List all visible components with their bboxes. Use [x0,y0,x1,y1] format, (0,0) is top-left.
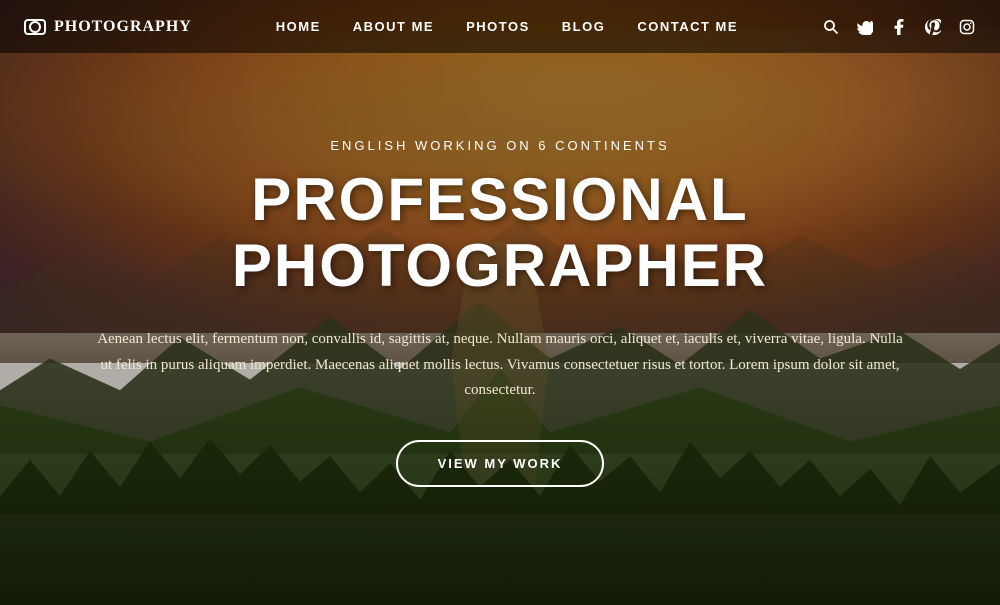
nav-link-about[interactable]: ABOUT ME [353,19,434,34]
hero-title: PROFESSIONAL PHOTOGRAPHER [60,167,940,299]
nav-link-home[interactable]: HOME [276,19,321,34]
search-icon[interactable] [822,18,840,36]
logo-text: PHOTOGRAPHY [54,18,192,36]
hero-content: ENGLISH WORKING ON 6 CONTINENTS PROFESSI… [0,138,1000,487]
view-my-work-button[interactable]: VIEW MY WORK [396,440,605,487]
nav-item-photos[interactable]: PHOTOS [466,18,530,36]
nav-link-blog[interactable]: BLOG [562,19,606,34]
nav-link-photos[interactable]: PHOTOS [466,19,530,34]
nav-item-blog[interactable]: BLOG [562,18,606,36]
pinterest-icon[interactable] [924,18,942,36]
navbar: PHOTOGRAPHY HOME ABOUT ME PHOTOS BLOG CO… [0,0,1000,53]
hero-section: ENGLISH WORKING ON 6 CONTINENTS PROFESSI… [0,0,1000,605]
hero-description: Aenean lectus elit, fermentum non, conva… [90,327,910,404]
nav-item-contact[interactable]: CONTACT ME [637,18,738,36]
site-logo[interactable]: PHOTOGRAPHY [24,18,192,36]
nav-social-icons [822,18,976,36]
nav-item-home[interactable]: HOME [276,18,321,36]
facebook-icon[interactable] [890,18,908,36]
nav-item-about[interactable]: ABOUT ME [353,18,434,36]
twitter-icon[interactable] [856,18,874,36]
camera-icon [24,19,46,35]
nav-link-contact[interactable]: CONTACT ME [637,19,738,34]
instagram-icon[interactable] [958,18,976,36]
hero-subtitle: ENGLISH WORKING ON 6 CONTINENTS [60,138,940,153]
nav-links: HOME ABOUT ME PHOTOS BLOG CONTACT ME [276,18,738,36]
